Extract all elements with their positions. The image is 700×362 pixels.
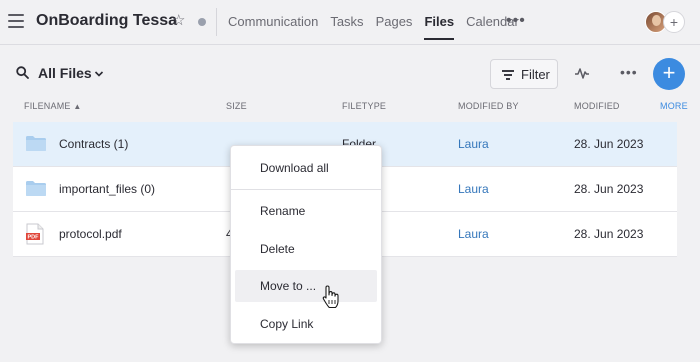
column-more[interactable]: MORE (660, 101, 688, 111)
table-header: FILENAME ▲ SIZE FILETYPE MODIFIED BY MOD… (0, 96, 700, 118)
pdf-badge: PDF (28, 235, 40, 241)
nav-more-icon[interactable]: ••• (506, 13, 526, 29)
chevron-down-icon[interactable] (94, 69, 104, 79)
column-filename[interactable]: FILENAME ▲ (24, 101, 81, 111)
column-filetype[interactable]: FILETYPE (342, 101, 386, 111)
project-nav: Communication Tasks Pages Files Calendar (228, 0, 531, 44)
menu-divider (231, 189, 381, 190)
filter-icon (502, 70, 514, 80)
folder-icon (26, 136, 46, 151)
column-modified-by[interactable]: MODIFIED BY (458, 101, 519, 111)
tab-pages[interactable]: Pages (376, 0, 413, 44)
search-icon[interactable] (16, 66, 29, 79)
modified-date: 28. Jun 2023 (574, 182, 644, 196)
file-name[interactable]: important_files (0) (59, 182, 155, 196)
view-selector[interactable]: All Files (38, 65, 92, 81)
header-divider (0, 44, 700, 45)
menu-item-delete[interactable]: Delete (235, 233, 377, 265)
pdf-file-icon: PDF (26, 223, 44, 245)
menu-icon[interactable] (8, 14, 24, 28)
status-dot (198, 18, 206, 26)
menu-item-download-all[interactable]: Download all (235, 152, 377, 184)
file-name[interactable]: protocol.pdf (59, 227, 122, 241)
modified-date: 28. Jun 2023 (574, 227, 644, 241)
sort-asc-icon: ▲ (73, 102, 82, 111)
activity-icon[interactable] (574, 65, 590, 81)
tab-files[interactable]: Files (424, 0, 454, 44)
more-options-icon[interactable]: ••• (620, 64, 638, 80)
menu-item-copy-link[interactable]: Copy Link (235, 308, 377, 340)
hand-cursor-icon (322, 285, 339, 309)
modified-by-link[interactable]: Laura (458, 227, 489, 241)
column-size[interactable]: SIZE (226, 101, 247, 111)
filter-label: Filter (521, 67, 550, 82)
modified-by-link[interactable]: Laura (458, 137, 489, 151)
menu-item-move-to[interactable]: Move to ... (235, 270, 377, 302)
filter-button[interactable]: Filter (490, 59, 558, 89)
modified-by-link[interactable]: Laura (458, 182, 489, 196)
top-bar: OnBoarding Tessa ☆ Communication Tasks P… (0, 0, 700, 44)
folder-icon (26, 181, 46, 196)
context-menu: Download all Rename Delete Move to ... C… (230, 145, 382, 344)
divider (216, 8, 217, 36)
modified-date: 28. Jun 2023 (574, 137, 644, 151)
project-title: OnBoarding Tessa (36, 12, 178, 29)
star-icon[interactable]: ☆ (172, 13, 185, 29)
add-member-icon[interactable]: + (663, 11, 685, 33)
column-modified[interactable]: MODIFIED (574, 101, 620, 111)
file-name[interactable]: Contracts (1) (59, 137, 128, 151)
add-file-button[interactable]: + (653, 58, 685, 90)
tab-communication[interactable]: Communication (228, 0, 318, 44)
menu-item-rename[interactable]: Rename (235, 195, 377, 227)
tab-tasks[interactable]: Tasks (330, 0, 363, 44)
